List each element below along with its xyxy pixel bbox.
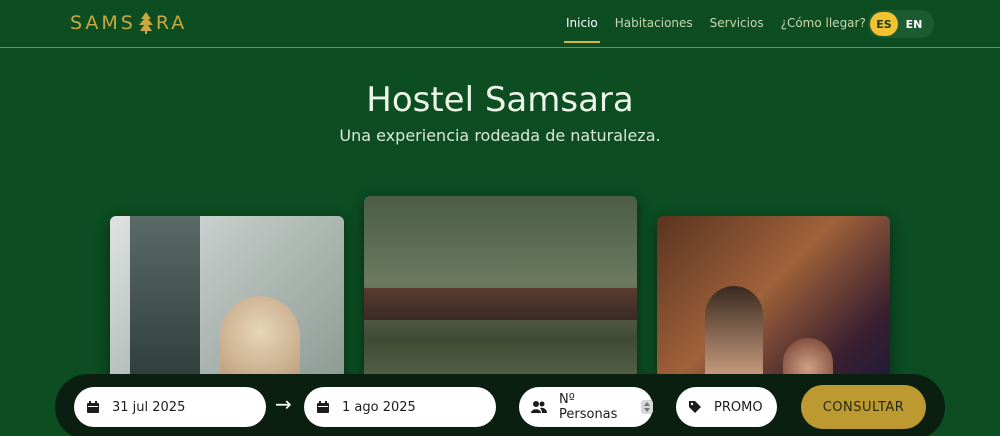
- consult-button[interactable]: CONSULTAR: [801, 385, 926, 429]
- tag-icon: [689, 401, 701, 413]
- lang-es-button[interactable]: ES: [870, 12, 898, 36]
- logo-text-end: RA: [155, 12, 188, 34]
- photo-window-frame: [130, 216, 200, 386]
- site-header: SAMS RA Inicio Habitaciones Servicios ¿C…: [0, 0, 1000, 48]
- calendar-icon: [317, 401, 329, 413]
- main-nav: Inicio Habitaciones Servicios ¿Cómo lleg…: [564, 16, 883, 44]
- checkin-date-value: 31 jul 2025: [112, 399, 186, 415]
- lang-en-button[interactable]: EN: [898, 18, 930, 31]
- checkout-date-field[interactable]: 1 ago 2025: [304, 387, 496, 427]
- calendar-icon: [87, 401, 99, 413]
- guests-input[interactable]: Nº Personas: [519, 387, 653, 427]
- photo-wooden-beam: [364, 288, 637, 320]
- promo-placeholder: PROMO: [714, 399, 763, 415]
- users-icon: [531, 401, 547, 413]
- hero-title: Hostel Samsara: [366, 80, 634, 120]
- language-switcher: ES EN: [868, 10, 934, 38]
- photo-person: [705, 286, 763, 386]
- gallery-photo-cat: [110, 216, 344, 386]
- logo[interactable]: SAMS RA: [70, 12, 187, 34]
- hero-subtitle: Una experiencia rodeada de naturaleza.: [339, 126, 661, 145]
- nav-link-como-llegar[interactable]: ¿Cómo llegar?: [781, 16, 866, 44]
- checkout-date-value: 1 ago 2025: [342, 399, 416, 415]
- logo-text-start: SAMS: [70, 12, 136, 34]
- guests-stepper[interactable]: [641, 400, 653, 414]
- promo-input[interactable]: PROMO: [676, 387, 777, 427]
- date-range-arrow: →: [275, 392, 292, 416]
- nav-link-servicios[interactable]: Servicios: [710, 16, 764, 44]
- nav-link-habitaciones[interactable]: Habitaciones: [615, 16, 693, 44]
- photo-cat: [220, 296, 300, 386]
- gallery-photo-guests: [657, 216, 890, 386]
- gallery-photo-garden: [364, 196, 637, 386]
- nav-link-inicio[interactable]: Inicio: [564, 16, 600, 44]
- guests-placeholder: Nº Personas: [559, 392, 618, 422]
- booking-bar: 31 jul 2025 → 1 ago 2025 Nº Personas PRO…: [55, 374, 945, 436]
- pine-tree-icon: [138, 12, 153, 34]
- checkin-date-field[interactable]: 31 jul 2025: [74, 387, 266, 427]
